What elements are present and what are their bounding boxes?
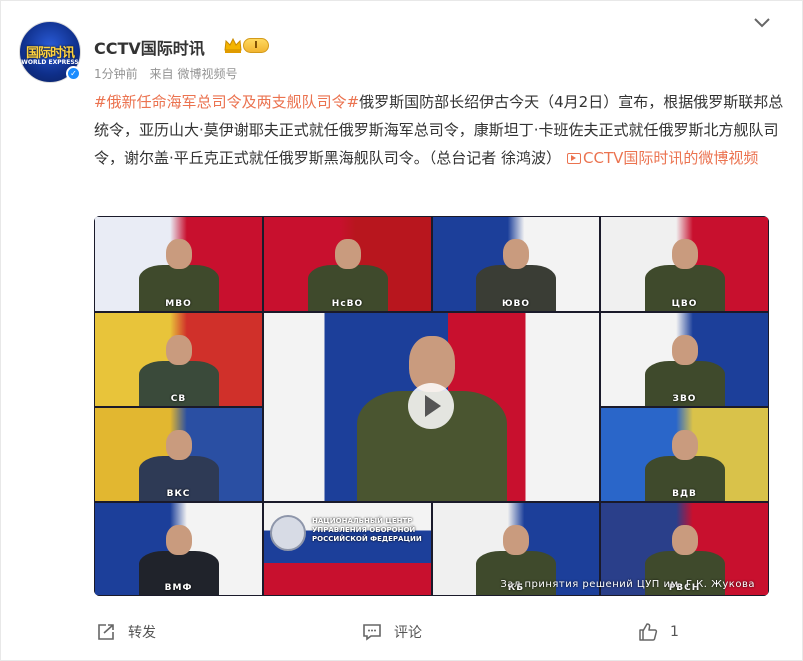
- post-text: #俄新任命海军总司令及两支舰队司令#俄罗斯国防部长绍伊古今天（4月2日）宣布，根…: [94, 88, 784, 172]
- weibo-post-card: 国际时讯 WORLD EXPRESS ✓ CCTV国际时讯 I 1分钟前 来自微…: [0, 0, 803, 661]
- post-source[interactable]: 微博视频号: [177, 67, 237, 81]
- level-badge[interactable]: I: [243, 38, 269, 53]
- video-tile: НсВО: [263, 216, 432, 312]
- tile-label: ВМФ: [164, 583, 193, 593]
- comment-icon: [363, 624, 381, 641]
- video-tile: НАЦИОНАЛЬНЫЙ ЦЕНТР УПРАВЛЕНИЯ ОБОРОНОЙ Р…: [263, 502, 432, 596]
- chevron-down-icon[interactable]: [753, 16, 771, 30]
- video-tile: ВДВ: [600, 407, 769, 502]
- repost-icon: [98, 624, 114, 640]
- tile-label: ВКС: [166, 489, 191, 499]
- video-link-icon: [567, 153, 582, 164]
- verified-badge-icon: ✓: [66, 66, 81, 81]
- tile-label: ЗВО: [672, 394, 697, 404]
- comment-button[interactable]: 评论: [362, 616, 422, 648]
- tile-label: СВ: [170, 394, 187, 404]
- tile-label: ЦВО: [671, 299, 698, 309]
- avatar-sub-text: WORLD EXPRESS: [21, 59, 79, 66]
- post-meta: 1分钟前 来自 微博视频号: [94, 65, 246, 82]
- tile-label: ВДВ: [672, 489, 697, 499]
- video-tile: ЦВО: [600, 216, 769, 312]
- video-tile: ЮВО: [432, 216, 600, 312]
- video-tile: СВ: [94, 312, 263, 407]
- repost-button[interactable]: 转发: [96, 616, 156, 648]
- video-source-link[interactable]: CCTV国际时讯的微博视频: [583, 149, 758, 167]
- crown-icon[interactable]: [223, 36, 243, 54]
- emblem-icon: [270, 515, 306, 551]
- video-tile: МВО: [94, 216, 263, 312]
- hashtag-link[interactable]: #俄新任命海军总司令及两支舰队司令#: [94, 93, 359, 111]
- repost-label: 转发: [128, 625, 156, 641]
- comment-label: 评论: [394, 625, 422, 641]
- play-button[interactable]: [408, 383, 454, 429]
- video-tile: ЗВО: [600, 312, 769, 407]
- thumbs-up-icon: [639, 623, 658, 641]
- source-prefix: 来自: [149, 67, 174, 81]
- tile-label: НАЦИОНАЛЬНЫЙ ЦЕНТР УПРАВЛЕНИЯ ОБОРОНОЙ Р…: [312, 517, 422, 543]
- video-tile: ВМФ: [94, 502, 263, 596]
- video-caption: Зал принятия решений ЦУП им. Г.К. Жукова: [500, 579, 755, 590]
- like-count: 1: [670, 624, 679, 640]
- play-icon: [425, 395, 441, 417]
- post-time[interactable]: 1分钟前: [94, 67, 138, 81]
- avatar[interactable]: 国际时讯 WORLD EXPRESS ✓: [19, 21, 81, 83]
- author-name[interactable]: CCTV国际时讯: [94, 35, 205, 59]
- like-button[interactable]: 1: [638, 616, 679, 648]
- video-tile: ВКС: [94, 407, 263, 502]
- video-player[interactable]: МВО НсВО ЮВО ЦВО СВ ЗВО ВКС ВДВ ВМФ НАЦИОНАЛЬНЫЙ …: [94, 216, 769, 596]
- tile-label: МВО: [165, 299, 192, 309]
- action-bar: 转发 评论 1: [94, 616, 784, 648]
- tile-label: НсВО: [331, 299, 364, 309]
- tile-label: ЮВО: [501, 299, 531, 309]
